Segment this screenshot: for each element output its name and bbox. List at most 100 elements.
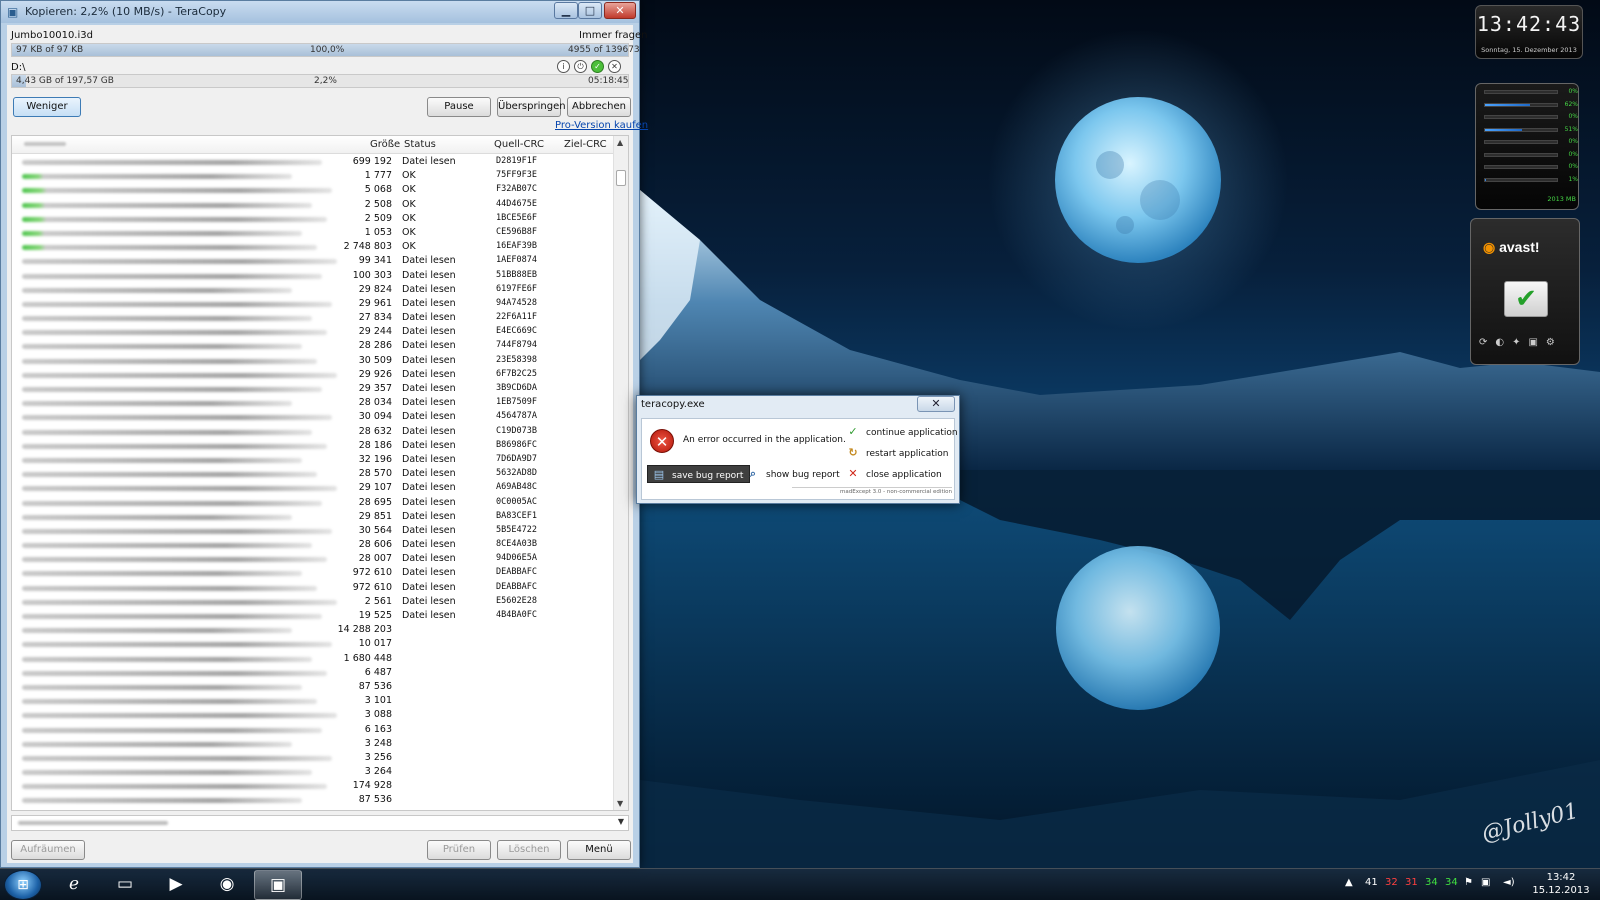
table-row[interactable]: 28 034 Datei lesen 1EB7509F bbox=[12, 396, 614, 410]
table-row[interactable]: 972 610 Datei lesen DEABBAFC bbox=[12, 581, 614, 595]
table-row[interactable]: 14 288 203 bbox=[12, 623, 614, 637]
start-button[interactable]: ⊞ bbox=[4, 870, 42, 900]
table-row[interactable]: 100 303 Datei lesen 51BB88EB bbox=[12, 269, 614, 283]
stop-icon[interactable]: ✕ bbox=[608, 60, 621, 73]
restart-application-button[interactable]: ↻ restart application bbox=[846, 444, 948, 462]
table-row[interactable]: 28 570 Datei lesen 5632AD8D bbox=[12, 467, 614, 481]
volume-icon[interactable]: ◄) bbox=[1503, 877, 1515, 888]
table-row[interactable]: 2 748 803 OK 16EAF39B bbox=[12, 240, 614, 254]
clock-gadget[interactable]: 13:42:43 Sonntag, 15. Dezember 2013 bbox=[1475, 5, 1583, 59]
explorer-folder-icon[interactable]: ▭ bbox=[101, 870, 149, 900]
action-center-flag-icon[interactable]: ⚑ bbox=[1464, 877, 1473, 888]
delete-button[interactable]: Löschen bbox=[497, 840, 561, 860]
table-row[interactable]: 28 007 Datei lesen 94D06E5A bbox=[12, 552, 614, 566]
cancel-button[interactable]: Abbrechen bbox=[567, 97, 631, 117]
table-row[interactable]: 30 564 Datei lesen 5B5E4722 bbox=[12, 524, 614, 538]
scroll-down-icon[interactable]: ▼ bbox=[617, 799, 623, 808]
table-row[interactable]: 87 536 bbox=[12, 680, 614, 694]
table-row[interactable]: 3 088 bbox=[12, 708, 614, 722]
table-row[interactable]: 28 695 Datei lesen 0C0005AC bbox=[12, 496, 614, 510]
table-row[interactable]: 28 632 Datei lesen C19D073B bbox=[12, 425, 614, 439]
table-row[interactable]: 27 834 Datei lesen 22F6A11F bbox=[12, 311, 614, 325]
table-row[interactable]: 29 824 Datei lesen 6197FE6F bbox=[12, 283, 614, 297]
table-row[interactable]: 28 286 Datei lesen 744F8794 bbox=[12, 339, 614, 353]
minimize-button[interactable]: ▁ bbox=[554, 2, 578, 19]
file-name-cell bbox=[22, 372, 337, 378]
verify-button[interactable]: Prüfen bbox=[427, 840, 491, 860]
history-dropdown[interactable]: ▼ bbox=[11, 815, 629, 831]
table-row[interactable]: 699 192 Datei lesen D2819F1F bbox=[12, 155, 614, 169]
clear-button[interactable]: Aufräumen bbox=[11, 840, 85, 860]
table-row[interactable]: 3 264 bbox=[12, 765, 614, 779]
show-hidden-icons[interactable]: ▲ bbox=[1345, 877, 1353, 888]
menu-button[interactable]: Menü bbox=[567, 840, 631, 860]
table-row[interactable]: 29 244 Datei lesen E4EC669C bbox=[12, 325, 614, 339]
table-row[interactable]: 2 561 Datei lesen E5602E28 bbox=[12, 595, 614, 609]
table-row[interactable]: 174 928 bbox=[12, 779, 614, 793]
table-row[interactable]: 32 196 Datei lesen 7D6DA9D7 bbox=[12, 453, 614, 467]
dialog-close-button[interactable]: ✕ bbox=[917, 396, 955, 412]
table-row[interactable]: 3 248 bbox=[12, 737, 614, 751]
scroll-thumb[interactable] bbox=[616, 170, 626, 186]
close-button[interactable]: ✕ bbox=[604, 2, 636, 19]
file-list[interactable]: Größe Status Quell-CRC Ziel-CRC 699 192 D… bbox=[11, 135, 629, 811]
file-name-cell bbox=[22, 301, 332, 307]
network-icon[interactable]: ▣ bbox=[1481, 877, 1490, 888]
title-bar[interactable]: ▣ Kopieren: 2,2% (10 MB/s) - TeraCopy ▁ … bbox=[1, 1, 639, 23]
pause-button[interactable]: Pause bbox=[427, 97, 491, 117]
table-row[interactable]: 29 851 Datei lesen BA83CEF1 bbox=[12, 510, 614, 524]
table-row[interactable]: 3 256 bbox=[12, 751, 614, 765]
table-row[interactable]: 87 536 bbox=[12, 793, 614, 807]
table-row[interactable]: 19 525 Datei lesen 4B4BA0FC bbox=[12, 609, 614, 623]
shutdown-icon[interactable]: ⏻ bbox=[574, 60, 587, 73]
continue-application-button[interactable]: ✓ continue application bbox=[846, 423, 957, 441]
system-meter-gadget[interactable]: 0% 62% 0% 51% 0% 0% 0% 1% 2013 MB bbox=[1475, 83, 1579, 210]
header-size[interactable]: Größe bbox=[370, 139, 400, 150]
scroll-up-icon[interactable]: ▲ bbox=[617, 138, 623, 147]
table-row[interactable]: 2 508 OK 44D4675E bbox=[12, 198, 614, 212]
maximize-button[interactable]: □ bbox=[578, 2, 602, 19]
info-icon[interactable]: i bbox=[557, 60, 570, 73]
table-row[interactable]: 29 926 Datei lesen 6F7B2C25 bbox=[12, 368, 614, 382]
header-name-column[interactable] bbox=[24, 142, 66, 146]
avast-action-icons[interactable]: ⟳◐✦▣⚙ bbox=[1479, 337, 1575, 348]
table-row[interactable]: 28 186 Datei lesen B86986FC bbox=[12, 439, 614, 453]
firefox-icon[interactable]: ◉ bbox=[203, 870, 251, 900]
media-player-icon[interactable]: ▶ bbox=[152, 870, 200, 900]
list-scrollbar[interactable]: ▲ ▼ bbox=[613, 136, 628, 810]
skip-button[interactable]: Überspringen bbox=[497, 97, 566, 117]
taskbar-clock[interactable]: 13:42 15.12.2013 bbox=[1527, 871, 1595, 897]
close-application-button[interactable]: ✕ close application bbox=[846, 465, 941, 483]
table-row[interactable]: 1 053 OK CE596B8F bbox=[12, 226, 614, 240]
table-row[interactable]: 2 509 OK 1BCE5E6F bbox=[12, 212, 614, 226]
header-source-crc[interactable]: Quell-CRC bbox=[494, 139, 544, 150]
header-status[interactable]: Status bbox=[404, 139, 436, 150]
table-row[interactable]: 29 357 Datei lesen 3B9CD6DA bbox=[12, 382, 614, 396]
internet-explorer-icon[interactable]: ℯ bbox=[50, 870, 98, 900]
table-row[interactable]: 30 094 Datei lesen 4564787A bbox=[12, 410, 614, 424]
table-row[interactable]: 1 777 OK 75FF9F3E bbox=[12, 169, 614, 183]
overwrite-mode[interactable]: Immer fragen bbox=[579, 30, 647, 41]
pro-version-link[interactable]: Pro-Version kaufen bbox=[555, 120, 648, 131]
table-row[interactable]: 6 487 bbox=[12, 666, 614, 680]
status-cell: Datei lesen bbox=[402, 255, 456, 267]
table-row[interactable]: 28 606 Datei lesen 8CE4A03B bbox=[12, 538, 614, 552]
table-row[interactable]: 29 961 Datei lesen 94A74528 bbox=[12, 297, 614, 311]
table-row[interactable]: 10 017 bbox=[12, 637, 614, 651]
teracopy-taskbar-button[interactable]: ▣ bbox=[254, 870, 302, 900]
table-row[interactable]: 6 163 bbox=[12, 723, 614, 737]
table-row[interactable]: 30 509 Datei lesen 23E58398 bbox=[12, 354, 614, 368]
table-row[interactable]: 29 107 Datei lesen A69AB48C bbox=[12, 481, 614, 495]
show-bug-report-button[interactable]: ⌕ show bug report bbox=[746, 465, 840, 483]
table-row[interactable]: 1 680 448 bbox=[12, 652, 614, 666]
check-icon[interactable]: ✓ bbox=[591, 60, 604, 73]
avast-gadget[interactable]: ◉ avast! ✔ ⟳◐✦▣⚙ bbox=[1470, 218, 1580, 365]
table-row[interactable]: 99 341 Datei lesen 1AEF0874 bbox=[12, 254, 614, 268]
table-row[interactable]: 3 101 bbox=[12, 694, 614, 708]
table-row[interactable]: 5 068 OK F32AB07C bbox=[12, 183, 614, 197]
save-bug-report-button[interactable]: ▤ save bug report bbox=[647, 465, 751, 483]
less-button[interactable]: Weniger bbox=[13, 97, 81, 117]
table-row[interactable]: 972 610 Datei lesen DEABBAFC bbox=[12, 566, 614, 580]
status-cell: Datei lesen bbox=[402, 297, 456, 309]
header-target-crc[interactable]: Ziel-CRC bbox=[564, 139, 607, 150]
